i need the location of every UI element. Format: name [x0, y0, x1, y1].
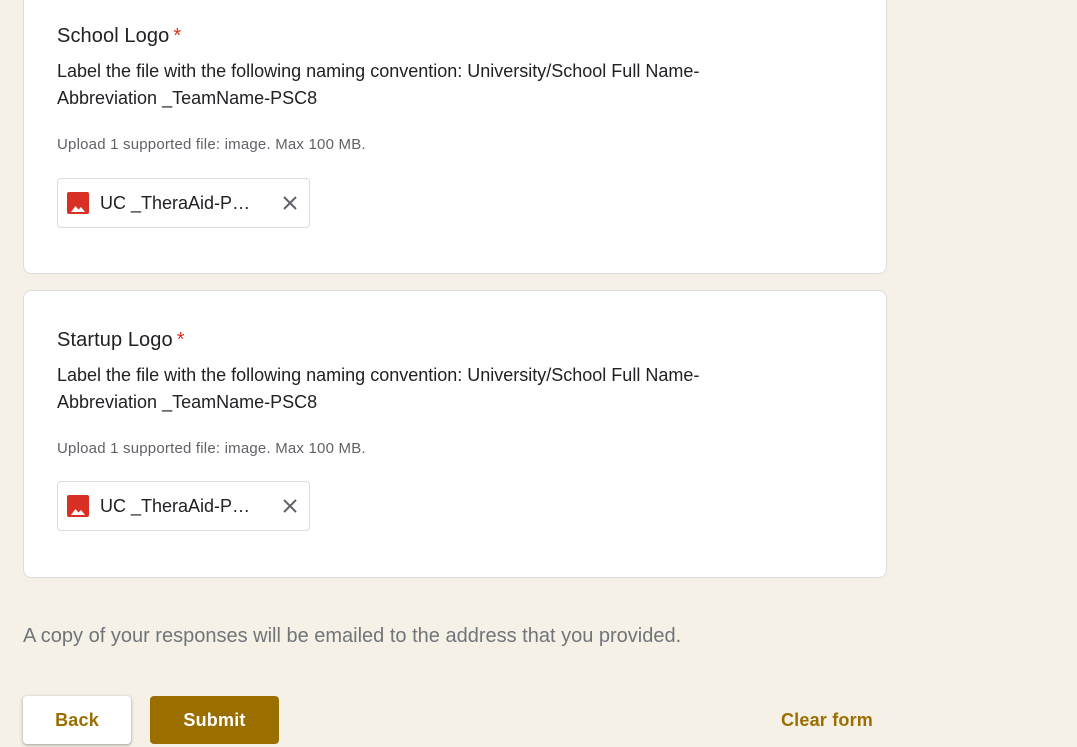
back-button[interactable]: Back: [23, 696, 131, 744]
question-card-startup-logo: Startup Logo * Label the file with the fo…: [23, 290, 887, 578]
question-card-school-logo: School Logo * Label the file with the fol…: [23, 0, 887, 274]
question-title-text: School Logo: [57, 25, 170, 47]
uploaded-file-name: UC _TheraAid-PSC8: [100, 192, 262, 213]
uploaded-file-name: UC _TheraAid-PSC8: [100, 495, 262, 516]
question-title-text: Startup Logo: [57, 329, 173, 351]
question-title: Startup Logo *: [57, 329, 185, 352]
question-title: School Logo *: [57, 25, 181, 48]
uploaded-file-chip[interactable]: UC _TheraAid-PSC8: [57, 178, 310, 228]
email-copy-note: A copy of your responses will be emailed…: [23, 625, 682, 647]
remove-file-icon[interactable]: [278, 191, 302, 215]
upload-hint: Upload 1 supported file: image. Max 100 …: [57, 440, 366, 457]
uploaded-file-chip[interactable]: UC _TheraAid-PSC8: [57, 481, 310, 531]
remove-file-icon[interactable]: [278, 494, 302, 518]
submit-button[interactable]: Submit: [150, 696, 279, 744]
required-asterisk: *: [173, 25, 182, 47]
upload-hint: Upload 1 supported file: image. Max 100 …: [57, 136, 366, 153]
image-file-icon: [67, 192, 89, 214]
question-description: Label the file with the following naming…: [57, 365, 700, 412]
clear-form-button[interactable]: Clear form: [766, 696, 888, 744]
required-asterisk: *: [176, 329, 185, 351]
image-file-icon: [67, 495, 89, 517]
question-description: Label the file with the following naming…: [57, 61, 700, 108]
